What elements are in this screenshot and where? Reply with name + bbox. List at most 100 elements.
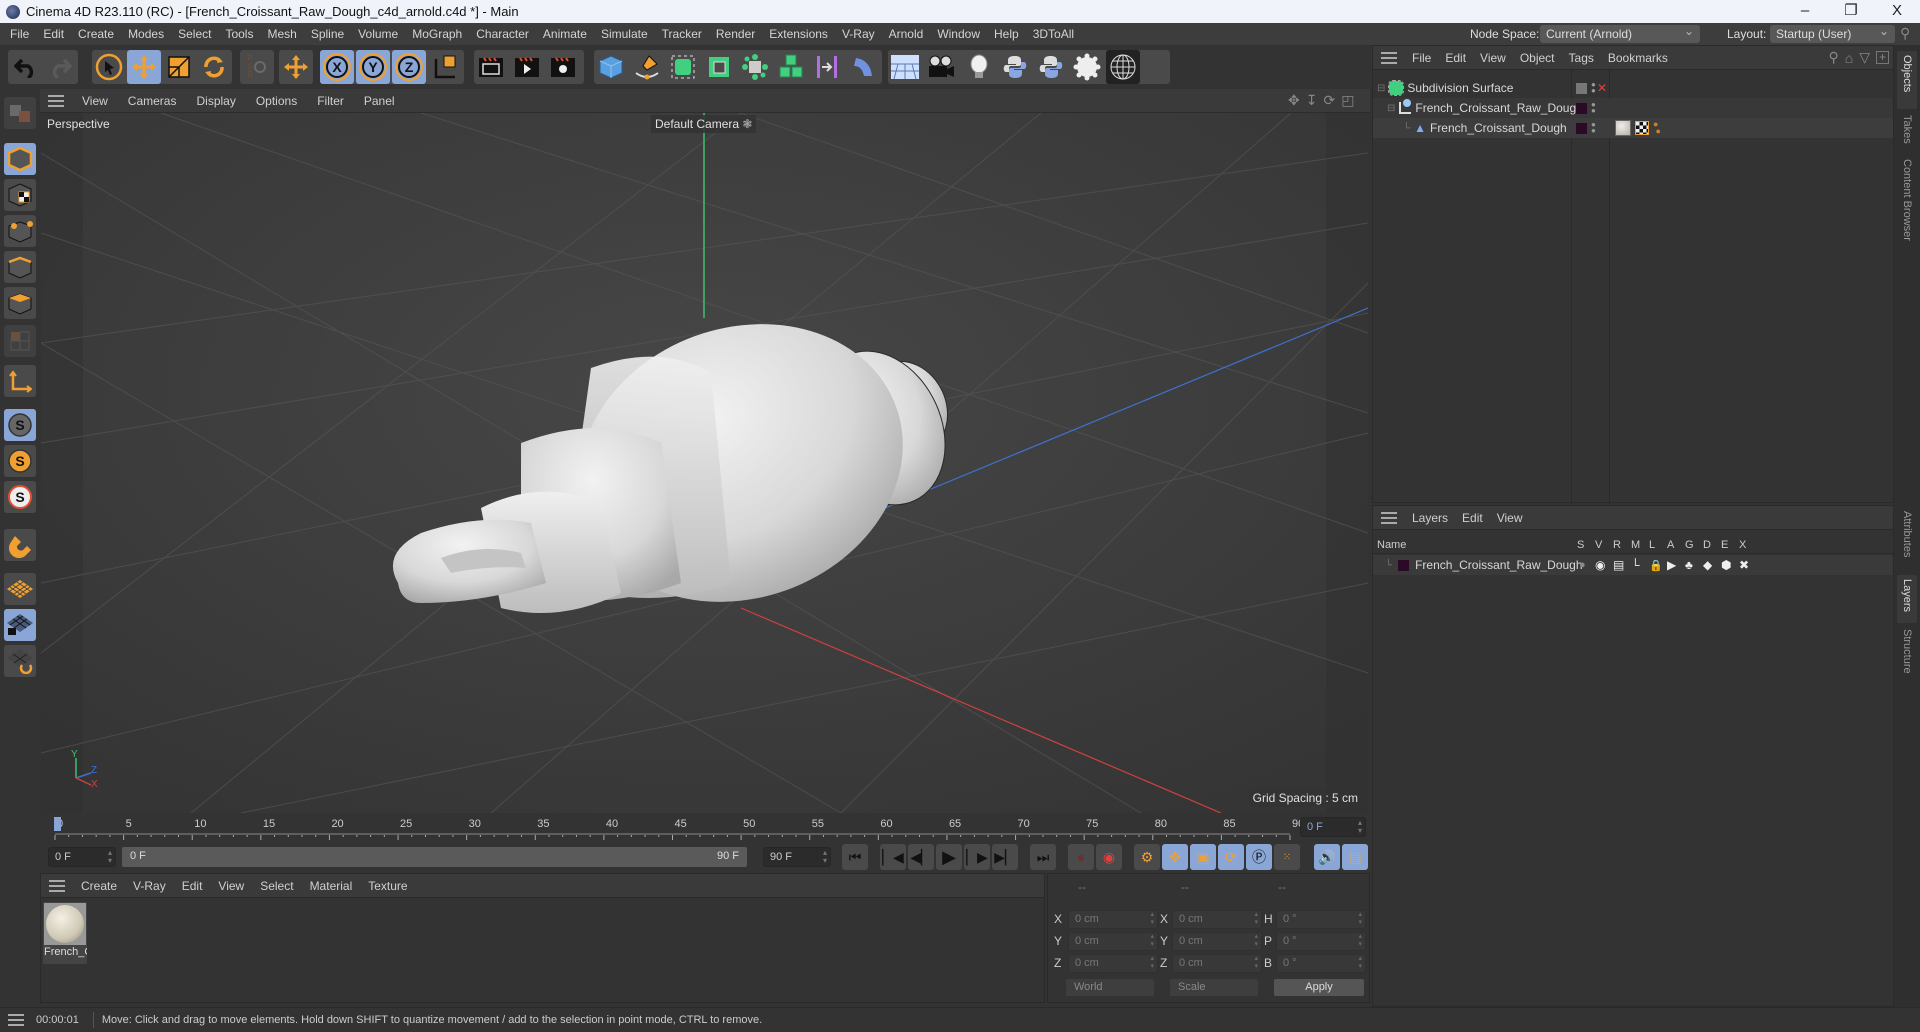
coordinate-system-icon[interactable] (428, 50, 462, 84)
material-menu-create[interactable]: Create (73, 879, 125, 893)
column-render[interactable]: R (1613, 539, 1621, 551)
undo-icon[interactable] (9, 50, 43, 84)
render-clapper-icon[interactable]: ▤ (1613, 558, 1624, 572)
play-icon[interactable]: ▶ (936, 844, 962, 870)
layer-color-swatch[interactable] (1398, 559, 1410, 571)
menu-volume[interactable]: Volume (351, 27, 405, 41)
menu-animate[interactable]: Animate (536, 27, 594, 41)
menu-mograph[interactable]: MoGraph (405, 27, 469, 41)
column-manager[interactable]: M (1631, 539, 1640, 551)
object-name[interactable]: Subdivision Surface (1407, 81, 1513, 95)
visible-eye-icon[interactable]: ◉ (1595, 558, 1605, 572)
frame-range-slider[interactable]: 0 F 90 F (122, 847, 747, 867)
subdivision-surface-icon[interactable] (666, 50, 700, 84)
menu-modes[interactable]: Modes (121, 27, 171, 41)
apply-button[interactable]: Apply (1274, 979, 1364, 996)
timeline-ruler[interactable]: 051015202530354045505560657075808590 0 F… (40, 813, 1370, 843)
point-level-animation-icon[interactable]: ⁙ (1274, 844, 1300, 870)
column-name[interactable]: Name (1377, 539, 1406, 551)
objects-menu-bookmarks[interactable]: Bookmarks (1601, 51, 1675, 65)
viewport-menu-options[interactable]: Options (246, 94, 307, 108)
minimize-button[interactable]: – (1782, 0, 1828, 23)
python-generator-icon[interactable] (1034, 50, 1068, 84)
rot-b-field[interactable]: 0 ° (1276, 954, 1366, 973)
material-menu-vray[interactable]: V-Ray (125, 879, 174, 893)
menu-character[interactable]: Character (469, 27, 536, 41)
layers-menu-icon[interactable] (1381, 511, 1397, 524)
size-z-field[interactable]: 0 cm (1172, 954, 1262, 973)
column-visible[interactable]: V (1595, 539, 1602, 551)
material-tag-icon[interactable] (1615, 120, 1631, 136)
material-swatch[interactable]: French_C (43, 902, 87, 964)
objects-menu-edit[interactable]: Edit (1438, 51, 1473, 65)
orbit-icon[interactable]: ⟳ (1323, 92, 1335, 109)
extrude-icon[interactable] (702, 50, 736, 84)
axis-mode-icon[interactable] (4, 365, 36, 397)
layer-color-swatch[interactable] (1576, 102, 1587, 114)
record-keys-icon[interactable]: ● (1068, 844, 1094, 870)
menu-window[interactable]: Window (930, 27, 987, 41)
menu-vray[interactable]: V-Ray (835, 27, 882, 41)
column-animation[interactable]: A (1667, 539, 1674, 551)
menu-select[interactable]: Select (171, 27, 218, 41)
workplane-icon[interactable] (4, 573, 36, 605)
search-icon[interactable]: ⚲ (1900, 25, 1910, 42)
pos-y-field[interactable]: 0 cm (1068, 932, 1158, 951)
viewport-menu-icon[interactable] (48, 94, 64, 107)
3d-viewport[interactable]: Perspective Default Camera ❃ Grid Spacin… (41, 113, 1368, 813)
disabled-x-icon[interactable]: ✕ (1597, 81, 1607, 95)
uvw-mode-icon[interactable] (4, 325, 36, 357)
objects-menu-file[interactable]: File (1405, 51, 1438, 65)
layers-menu-layers[interactable]: Layers (1405, 511, 1455, 525)
pos-x-field[interactable]: 0 cm (1068, 910, 1158, 929)
menu-create[interactable]: Create (71, 27, 121, 41)
animation-play-icon[interactable]: ▶ (1667, 558, 1676, 572)
expression-icon[interactable]: ⬢ (1721, 558, 1731, 572)
layer-row[interactable]: └ French_Croissant_Raw_Dough ● ◉ ▤ └ 🔒 ▶… (1373, 555, 1893, 575)
material-menu-select[interactable]: Select (252, 879, 301, 893)
transform-mode-dropdown[interactable]: Scale (1170, 979, 1258, 996)
symmetry-icon[interactable] (810, 50, 844, 84)
coordinate-space-dropdown[interactable]: World (1066, 979, 1154, 996)
object-row-croissant-dough[interactable]: └ ▲ French_Croissant_Dough ● ● ● ● (1373, 118, 1893, 138)
render-settings-icon[interactable] (546, 50, 580, 84)
snap-icon[interactable] (4, 529, 36, 561)
texture-mode-icon[interactable] (4, 179, 36, 211)
pos-z-field[interactable]: 0 cm (1068, 954, 1158, 973)
layer-color-swatch[interactable] (1576, 122, 1587, 134)
objects-menu-icon[interactable] (1381, 51, 1397, 64)
scale-key-icon[interactable]: ▣ (1190, 844, 1216, 870)
material-menu-icon[interactable] (49, 879, 65, 892)
go-to-start-icon[interactable]: ⏮ (842, 844, 868, 870)
next-key-icon[interactable]: ▶▏ (992, 844, 1018, 870)
solo-off-icon[interactable]: S (4, 409, 36, 441)
workplane-rotate-icon[interactable] (4, 645, 36, 677)
home-icon[interactable]: ⌂ (1845, 50, 1853, 66)
rotate-icon[interactable] (197, 50, 231, 84)
viewport-menu-display[interactable]: Display (186, 94, 245, 108)
menu-simulate[interactable]: Simulate (594, 27, 655, 41)
column-solo[interactable]: S (1577, 539, 1584, 551)
sound-icon[interactable]: 🔊 (1314, 844, 1340, 870)
recent-tool-icon[interactable] (279, 50, 313, 84)
rot-p-field[interactable]: 0 ° (1276, 932, 1366, 951)
mograph-fracture-icon[interactable] (774, 50, 808, 84)
visibility-dots-icon[interactable]: ● ● (1591, 81, 1596, 95)
column-deformers[interactable]: D (1703, 539, 1711, 551)
manager-hierarchy-icon[interactable]: └ (1631, 558, 1640, 572)
deformer-icon[interactable]: ◆ (1703, 558, 1712, 572)
go-to-end-icon[interactable]: ⏭ (1030, 844, 1056, 870)
pen-spline-icon[interactable] (630, 50, 664, 84)
menu-help[interactable]: Help (987, 27, 1026, 41)
floor-icon[interactable] (888, 50, 922, 84)
x-axis-lock-icon[interactable]: X (320, 50, 354, 84)
tab-attributes[interactable]: Attributes (1897, 507, 1917, 573)
objects-search-icon[interactable]: ⚲ (1828, 49, 1838, 66)
layer-name[interactable]: French_Croissant_Raw_Dough (1415, 558, 1582, 572)
render-to-picture-viewer-icon[interactable] (510, 50, 544, 84)
objects-menu-tags[interactable]: Tags (1562, 51, 1601, 65)
solo-hierarchy-icon[interactable]: S (4, 481, 36, 513)
pan-icon[interactable]: ✥ (1288, 92, 1300, 109)
layers-menu-view[interactable]: View (1490, 511, 1530, 525)
new-window-icon[interactable]: + (1876, 51, 1889, 64)
